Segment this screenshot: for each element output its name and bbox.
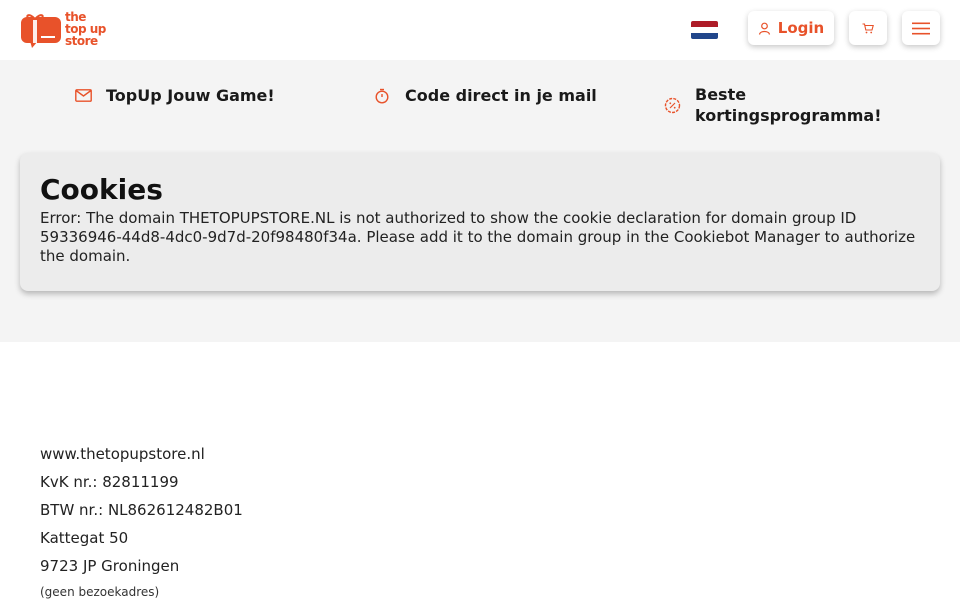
login-button[interactable]: Login bbox=[748, 11, 834, 45]
company-city: 9723 JP Groningen bbox=[40, 557, 180, 575]
company-kvk: KvK nr.: 82811199 bbox=[40, 473, 179, 491]
usp-item: Beste kortingsprogramma! bbox=[663, 84, 903, 126]
company-note: (geen bezoekadres) bbox=[40, 585, 160, 599]
gift-card-logo-icon bbox=[21, 14, 61, 48]
netherlands-flag-icon[interactable] bbox=[691, 21, 718, 39]
logo-wordmark: the top up store bbox=[65, 10, 106, 48]
brand-logo[interactable]: the top up store bbox=[20, 9, 112, 51]
company-street: Kattegat 50 bbox=[40, 529, 129, 547]
company-info: www.thetopupstore.nl KvK nr.: 82811199 B… bbox=[40, 444, 243, 600]
company-btw: BTW nr.: NL862612482B01 bbox=[40, 501, 243, 519]
site-header: the top up store Login bbox=[0, 0, 960, 60]
usp-label: TopUp Jouw Game! bbox=[106, 86, 275, 105]
cart-icon bbox=[862, 22, 874, 33]
login-label: Login bbox=[777, 19, 825, 37]
cart-button[interactable] bbox=[849, 11, 887, 45]
usp-label: Beste kortingsprogramma! bbox=[695, 85, 882, 125]
cookie-error-message: Error: The domain THETOPUPSTORE.NL is no… bbox=[40, 209, 916, 265]
stopwatch-icon bbox=[373, 87, 391, 105]
cookie-title: Cookies bbox=[40, 173, 163, 206]
cookie-declaration-card: Cookies Error: The domain THETOPUPSTORE.… bbox=[20, 153, 940, 291]
discount-badge-icon bbox=[663, 96, 681, 114]
user-icon bbox=[758, 22, 770, 35]
usp-item: TopUp Jouw Game! bbox=[74, 86, 275, 105]
company-website-link[interactable]: www.thetopupstore.nl bbox=[40, 444, 243, 472]
menu-button[interactable] bbox=[902, 11, 940, 45]
mail-icon bbox=[74, 87, 92, 105]
usp-item: Code direct in je mail bbox=[373, 86, 597, 105]
usp-label: Code direct in je mail bbox=[405, 86, 597, 105]
menu-icon bbox=[912, 22, 930, 34]
